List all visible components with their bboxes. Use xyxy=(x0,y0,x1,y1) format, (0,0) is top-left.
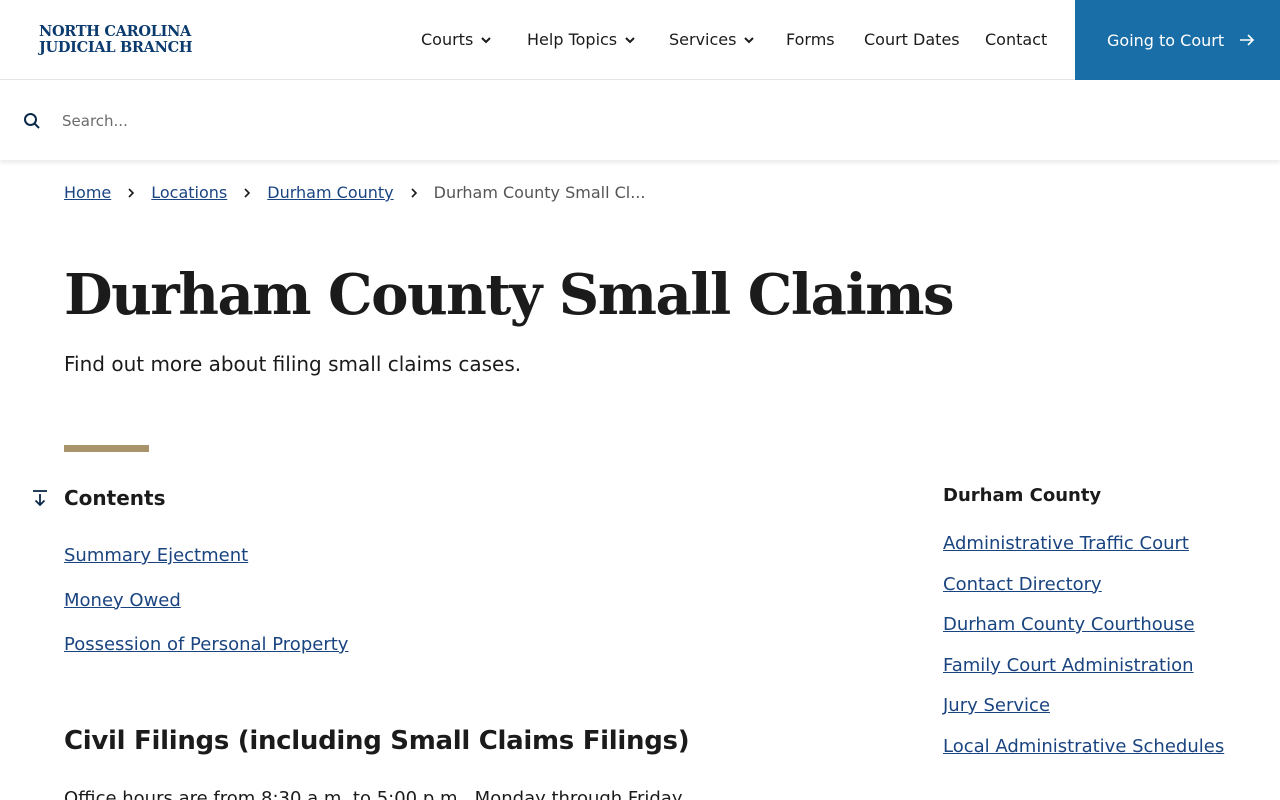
sidebar-link-administrative-traffic-court[interactable]: Administrative Traffic Court xyxy=(943,533,1189,554)
breadcrumb-home[interactable]: Home xyxy=(64,183,111,202)
section-body-text: Office hours are from 8:30 a.m. to 5:00 … xyxy=(64,788,686,800)
search-icon[interactable] xyxy=(23,112,41,130)
search-bar xyxy=(0,81,1280,160)
toc-link-money-owed[interactable]: Money Owed xyxy=(64,590,181,611)
chevron-right-icon xyxy=(128,187,135,198)
list-item: Money Owed xyxy=(64,590,348,612)
sidebar-link-contact-directory[interactable]: Contact Directory xyxy=(943,574,1102,595)
sidebar-heading: Durham County xyxy=(943,485,1102,506)
nav-courts[interactable]: Courts xyxy=(421,30,493,49)
chevron-down-icon xyxy=(625,36,635,43)
list-item: Possession of Personal Property xyxy=(64,634,348,656)
going-to-court-label: Going to Court xyxy=(1107,30,1225,50)
arrow-down-to-line-icon[interactable] xyxy=(31,489,49,507)
page-title: Durham County Small Claims xyxy=(64,262,955,328)
breadcrumb-locations[interactable]: Locations xyxy=(151,183,227,202)
nav-help-topics[interactable]: Help Topics xyxy=(527,30,637,49)
site-header: NORTH CAROLINA JUDICIAL BRANCH Courts He… xyxy=(0,0,1280,80)
chevron-right-icon xyxy=(244,187,251,198)
contents-list: Summary Ejectment Money Owed Possession … xyxy=(64,545,348,679)
nav-services[interactable]: Services xyxy=(669,30,756,49)
list-item: Administrative Traffic Court xyxy=(943,529,1233,558)
page-subtitle: Find out more about filing small claims … xyxy=(64,352,522,376)
list-item: Contact Directory xyxy=(943,570,1233,599)
nav-forms[interactable]: Forms xyxy=(786,30,835,49)
nav-services-label: Services xyxy=(669,30,737,49)
arrow-right-icon xyxy=(1240,34,1255,46)
list-item: Durham County Courthouse xyxy=(943,610,1233,639)
nav-forms-label: Forms xyxy=(786,30,835,49)
section-heading-civil-filings: Civil Filings (including Small Claims Fi… xyxy=(64,726,690,756)
chevron-down-icon xyxy=(744,36,755,43)
nav-contact-label: Contact xyxy=(985,30,1048,49)
breadcrumb-current: Durham County Small Cl... xyxy=(433,183,646,202)
chevron-down-icon xyxy=(481,36,492,43)
toc-link-personal-property[interactable]: Possession of Personal Property xyxy=(64,634,348,655)
sidebar-link-durham-county-courthouse[interactable]: Durham County Courthouse xyxy=(943,614,1195,635)
contents-heading: Contents xyxy=(64,486,166,510)
breadcrumb-durham-county[interactable]: Durham County xyxy=(267,183,393,202)
list-item: Family Court Administration xyxy=(943,651,1233,680)
accent-divider xyxy=(64,445,149,452)
chevron-right-icon xyxy=(411,187,417,198)
sidebar-links: Administrative Traffic Court Contact Dir… xyxy=(943,529,1233,772)
search-input[interactable] xyxy=(62,107,1242,135)
breadcrumb: Home Locations Durham County Durham Coun… xyxy=(64,183,645,202)
nav-court-dates[interactable]: Court Dates xyxy=(864,30,960,49)
going-to-court-button[interactable]: Going to Court xyxy=(1075,0,1280,80)
toc-link-summary-ejectment[interactable]: Summary Ejectment xyxy=(64,545,248,566)
list-item: Local Administrative Schedules xyxy=(943,732,1233,761)
list-item: Summary Ejectment xyxy=(64,545,348,567)
sidebar-link-local-administrative-schedules[interactable]: Local Administrative Schedules xyxy=(943,736,1224,757)
main-nav: Courts Help Topics Services Forms Court … xyxy=(0,0,1075,80)
nav-contact[interactable]: Contact xyxy=(985,30,1047,49)
nav-court-dates-label: Court Dates xyxy=(864,30,960,49)
list-item: Jury Service xyxy=(943,691,1233,720)
nav-help-topics-label: Help Topics xyxy=(527,30,618,49)
nav-courts-label: Courts xyxy=(421,30,474,49)
sidebar-link-jury-service[interactable]: Jury Service xyxy=(943,695,1050,716)
sidebar-link-family-court-administration[interactable]: Family Court Administration xyxy=(943,655,1194,676)
